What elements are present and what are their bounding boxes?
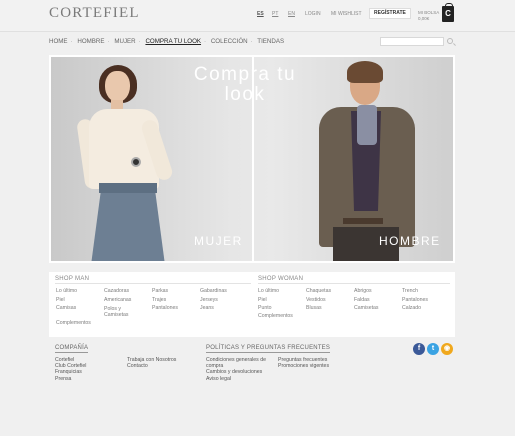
lang-es-link[interactable]: ES [257, 11, 264, 17]
shop-link[interactable]: Calzado [402, 304, 428, 313]
shop-link[interactable]: Piel [258, 296, 293, 305]
man-model-sweater [351, 111, 381, 211]
shop-link[interactable]: Jerseys [200, 296, 227, 305]
search-icon[interactable] [447, 38, 453, 44]
main-nav: HOME · HOMBRE · MUJER · COMPRA TU LOOK · COL… [49, 38, 285, 45]
twitter-icon[interactable]: t [427, 343, 439, 355]
man-model-jacket [319, 107, 415, 247]
shop-link[interactable]: Pantalones [402, 296, 428, 305]
lang-en-link[interactable]: EN [288, 11, 295, 17]
shop-link[interactable]: Cazadoras [104, 287, 131, 296]
hero-label-hombre: HOMBRE [379, 234, 441, 248]
bag-summary[interactable]: MI BOLSA 0,00€ [418, 10, 442, 22]
shop-woman-title[interactable]: SHOP WOMAN [258, 276, 303, 282]
man-model-face [350, 69, 380, 105]
shop-link[interactable]: Americanas [104, 296, 131, 305]
footer-policies-title: POLÍTICAS Y PREGUNTAS FRECUENTES [206, 345, 331, 353]
footer-company-title: COMPAÑÍA [55, 345, 89, 353]
footer-link[interactable]: Aviso legal [206, 376, 266, 382]
facebook-icon[interactable]: f [413, 343, 425, 355]
site-footer: COMPAÑÍA Cortefiel Club Cortefiel Franqu… [49, 342, 455, 436]
man-model-pants [333, 227, 399, 261]
shop-man-col2: Cazadoras Americanas Polos y Camisetas [104, 287, 131, 318]
shop-woman-col4: Trench Pantalones Calzado [402, 287, 428, 313]
nav-coleccion[interactable]: COLECCIÓN [211, 38, 248, 45]
hero-title-line2: look [224, 84, 266, 105]
shop-link[interactable]: Abrigos [354, 287, 379, 296]
shop-link[interactable]: Camisas [56, 304, 91, 313]
nav-compra-tu-look[interactable]: COMPRA TU LOOK [145, 38, 201, 45]
shop-man-col1: Lo último Piel Camisas Complementos [56, 287, 91, 328]
footer-policies-col2: Preguntas frecuentes Promociones vigente… [278, 357, 329, 369]
search-input[interactable] [380, 37, 444, 46]
woman-model-belt [99, 183, 157, 193]
woman-model-face [105, 71, 130, 102]
shop-link[interactable]: Blusas [306, 304, 331, 313]
shop-link[interactable]: Camisetas [104, 312, 131, 318]
shop-link[interactable]: Punto [258, 304, 293, 313]
nav-tiendas[interactable]: TIENDAS [257, 38, 284, 45]
shop-woman-col2: Chaquetas Vestidos Blusas [306, 287, 331, 313]
shop-link[interactable]: Trajes [152, 296, 178, 305]
divider [258, 283, 450, 284]
hero-label-mujer: MUJER [194, 234, 243, 248]
woman-model-pendant [131, 157, 141, 167]
footer-link[interactable]: Cambios y devoluciones [206, 369, 266, 375]
hero-title: Compra tu look [169, 65, 321, 105]
man-model-scarf [357, 105, 377, 145]
hero-banner: MUJER HOMBRE Compra tu look [49, 55, 455, 263]
nav-home[interactable]: HOME [49, 38, 68, 45]
shop-woman-col3: Abrigos Faldas Camisetas [354, 287, 379, 313]
shop-link[interactable]: Lo último [258, 287, 293, 296]
wishlist-link[interactable]: MI WISHLIST [331, 11, 362, 17]
footer-company-col2: Trabaja con Nosotros Contacto [127, 357, 176, 369]
divider [55, 283, 251, 284]
shop-link[interactable]: Pantalones [152, 304, 178, 313]
footer-link[interactable]: Prensa [55, 376, 86, 382]
footer-policies-col1: Condiciones generales de compra Cambios … [206, 357, 266, 382]
hero-title-line1: Compra tu [193, 64, 297, 85]
shop-man-col4: Gabardinas Jerseys Jeans [200, 287, 227, 313]
shop-man-col3: Parkas Trajes Pantalones [152, 287, 178, 313]
rss-icon[interactable]: ◉ [441, 343, 453, 355]
footer-company-col1: Cortefiel Club Cortefiel Franquicias Pre… [55, 357, 86, 382]
shop-man-title[interactable]: SHOP MAN [55, 276, 89, 282]
shop-woman-col1: Lo último Piel Punto Complementos [258, 287, 293, 319]
site-header: CORTEFIEL ES PT EN LOGIN MI WISHLIST REG… [0, 0, 515, 32]
site-logo[interactable]: CORTEFIEL [49, 5, 140, 22]
shop-link[interactable]: Camisetas [354, 304, 379, 313]
shop-menu-panel: SHOP MAN SHOP WOMAN Lo último Piel Camis… [49, 272, 455, 337]
shop-link[interactable]: Vestidos [306, 296, 331, 305]
nav-mujer[interactable]: MUJER [114, 38, 135, 45]
shop-link[interactable]: Gabardinas [200, 287, 227, 296]
login-link[interactable]: LOGIN [305, 11, 321, 17]
shop-link[interactable]: Complementos [56, 319, 91, 328]
shop-link[interactable]: Faldas [354, 296, 379, 305]
shop-link[interactable]: Trench [402, 287, 428, 296]
lang-pt-link[interactable]: PT [272, 11, 278, 17]
bag-icon-letter: C [445, 9, 451, 18]
bag-total: 0,00€ [418, 16, 430, 21]
woman-model-skirt [91, 187, 165, 261]
footer-link[interactable]: Franquicias [55, 369, 86, 375]
shopping-bag-icon[interactable]: C [442, 3, 454, 22]
shop-link[interactable]: Jeans [200, 304, 227, 313]
footer-link[interactable]: Contacto [127, 363, 176, 369]
shop-link[interactable]: Lo último [56, 287, 91, 296]
shop-link[interactable]: Piel [56, 296, 91, 305]
register-button[interactable]: REGÍSTRATE [369, 8, 411, 19]
man-model-belt [343, 218, 383, 224]
footer-link[interactable]: Promociones vigentes [278, 363, 329, 369]
shop-link[interactable]: Parkas [152, 287, 178, 296]
shop-link[interactable]: Complementos [258, 313, 293, 319]
shop-link[interactable]: Chaquetas [306, 287, 331, 296]
man-model-hair [347, 61, 383, 83]
nav-hombre[interactable]: HOMBRE [77, 38, 104, 45]
